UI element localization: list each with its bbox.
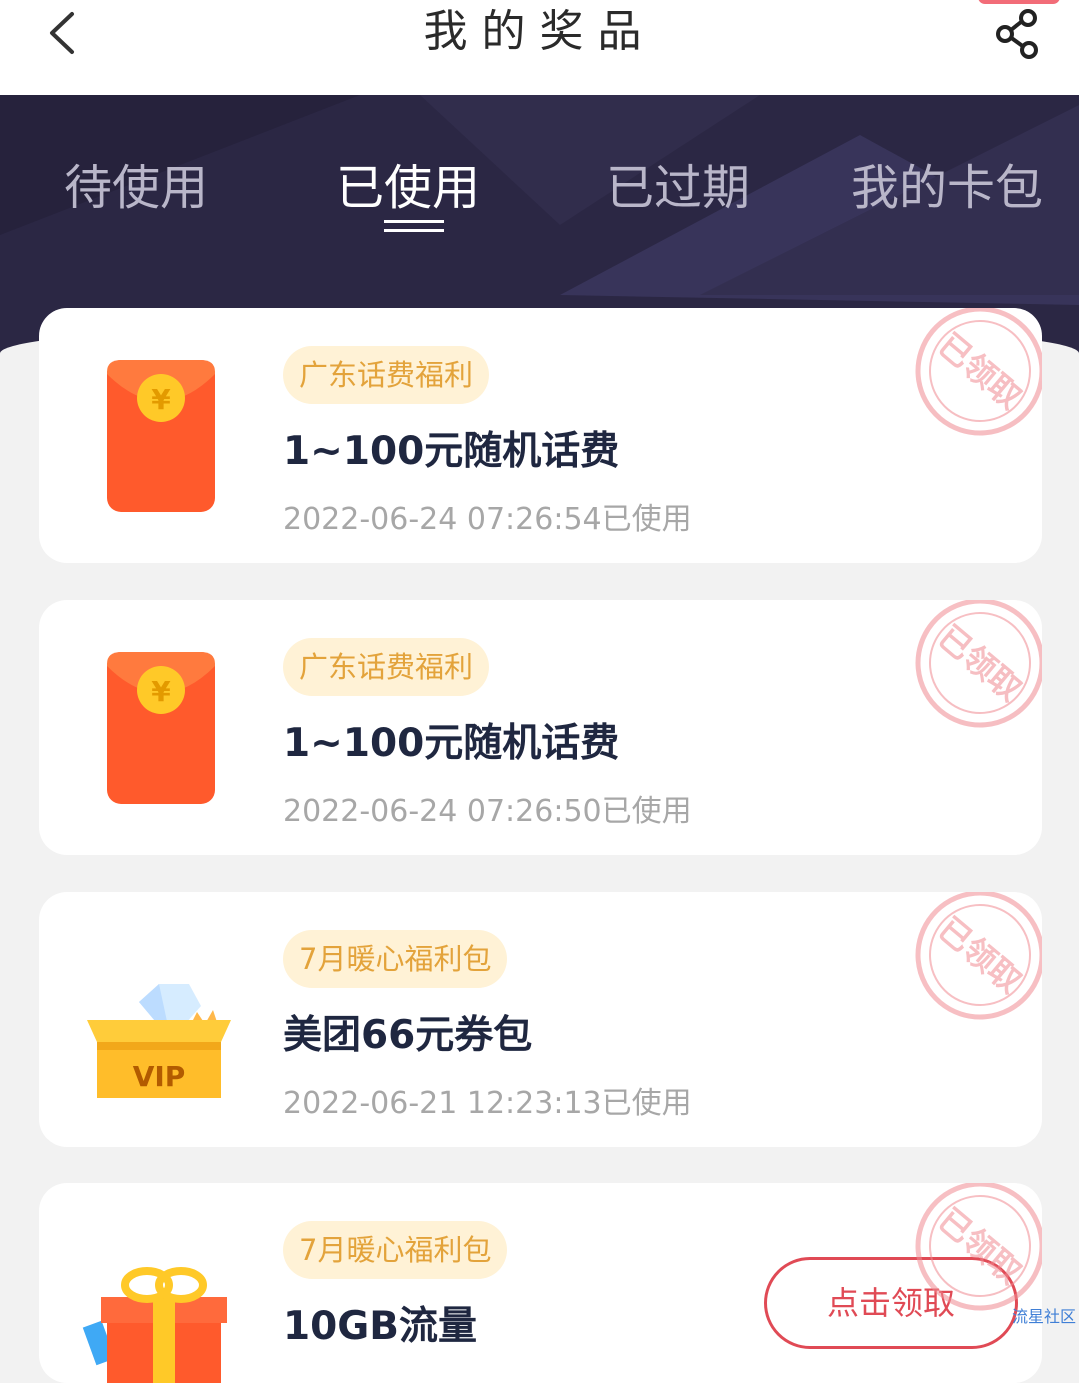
tab-bar: 待使用 已使用 已过期 我的卡包 xyxy=(0,148,1079,248)
active-tab-indicator xyxy=(384,220,444,232)
prize-tag: 广东话费福利 xyxy=(283,346,490,404)
claimed-stamp-icon: 已领取 xyxy=(915,600,1042,728)
top-bar: 我的奖品 xyxy=(0,0,1079,95)
prize-tag: 7月暖心福利包 xyxy=(283,930,508,988)
stamp-text: 已领取 xyxy=(931,326,1029,417)
claimed-stamp-icon: 已领取 xyxy=(915,308,1042,436)
red-envelope-icon: ¥ xyxy=(107,652,215,804)
prize-card[interactable]: 7月暖心福利包 10GB流量 点击领取 已领取 xyxy=(39,1183,1042,1383)
prize-tag: 7月暖心福利包 xyxy=(283,1221,508,1279)
prize-name: 1~100元随机话费 xyxy=(283,721,620,766)
site-watermark: 流星社区 xyxy=(1012,1307,1077,1326)
stamp-text: 已领取 xyxy=(931,1201,1029,1292)
prize-name: 10GB流量 xyxy=(283,1304,478,1349)
prize-card[interactable]: VIP 7月暖心福利包 美团66元券包 2022-06-21 12:23:13已… xyxy=(39,892,1042,1147)
prize-used-time: 2022-06-24 07:26:54已使用 xyxy=(283,502,692,537)
gift-box-icon xyxy=(82,1267,227,1383)
stamp-text: 已领取 xyxy=(931,618,1029,709)
prize-card[interactable]: ¥ 广东话费福利 1~100元随机话费 2022-06-24 07:26:50已… xyxy=(39,600,1042,855)
tab-used[interactable]: 已使用 xyxy=(336,148,480,218)
prize-used-time: 2022-06-21 12:23:13已使用 xyxy=(283,1086,692,1121)
prize-name: 美团66元券包 xyxy=(283,1013,533,1058)
vip-label: VIP xyxy=(133,1060,186,1093)
vip-box-icon: VIP xyxy=(87,984,231,1098)
yuan-symbol: ¥ xyxy=(151,383,171,416)
claimed-stamp-icon: 已领取 xyxy=(915,892,1042,1020)
prize-card[interactable]: ¥ 广东话费福利 1~100元随机话费 2022-06-24 07:26:54已… xyxy=(39,308,1042,563)
stamp-text: 已领取 xyxy=(931,910,1029,1001)
tab-pending[interactable]: 待使用 xyxy=(64,148,208,218)
page-title: 我的奖品 xyxy=(423,6,656,57)
red-envelope-icon: ¥ xyxy=(107,360,215,512)
prize-name: 1~100元随机话费 xyxy=(283,429,620,474)
tab-card-wallet[interactable]: 我的卡包 xyxy=(851,148,1043,218)
tab-expired[interactable]: 已过期 xyxy=(606,148,750,218)
prize-used-time: 2022-06-24 07:26:50已使用 xyxy=(283,794,692,829)
prize-tag: 广东话费福利 xyxy=(283,638,490,696)
share-icon[interactable] xyxy=(992,6,1044,62)
yuan-symbol: ¥ xyxy=(151,675,171,708)
claimed-stamp-icon: 已领取 xyxy=(915,1183,1042,1311)
